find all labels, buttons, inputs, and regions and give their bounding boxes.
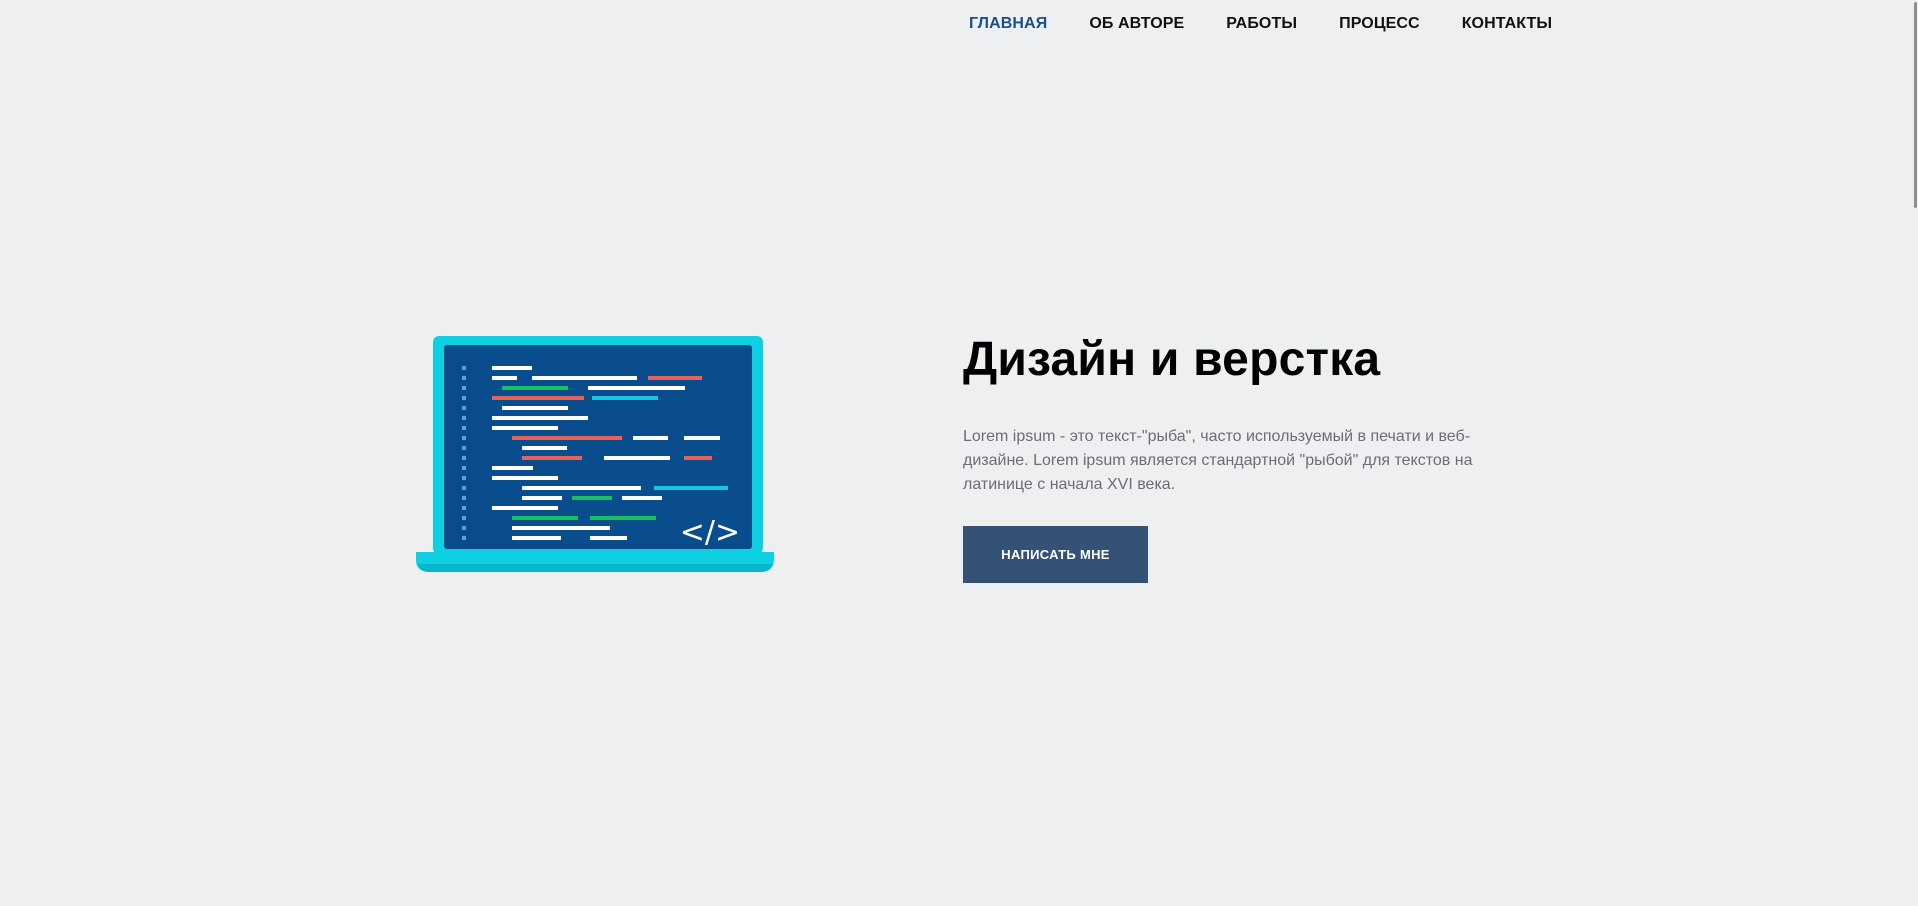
nav-item-about[interactable]: ОБ АВТОРЕ <box>1089 15 1184 33</box>
nav-item-home[interactable]: ГЛАВНАЯ <box>969 15 1047 33</box>
nav-item-process[interactable]: ПРОЦЕСС <box>1339 15 1420 33</box>
nav-item-works[interactable]: РАБОТЫ <box>1226 15 1297 33</box>
hero-section: Дизайн и верстка Lorem ipsum - это текст… <box>963 326 1503 583</box>
code-symbol: </> <box>680 515 740 550</box>
scrollbar[interactable] <box>1912 0 1918 906</box>
contact-me-button[interactable]: НАПИСАТЬ МНЕ <box>963 526 1148 583</box>
scrollbar-thumb[interactable] <box>1914 2 1917 208</box>
laptop-code-icon: </> <box>416 336 774 572</box>
main-nav: ГЛАВНАЯ ОБ АВТОРЕ РАБОТЫ ПРОЦЕСС КОНТАКТ… <box>969 0 1552 48</box>
nav-item-contacts[interactable]: КОНТАКТЫ <box>1462 15 1553 33</box>
hero-title: Дизайн и верстка <box>963 333 1381 386</box>
hero-description: Lorem ipsum - это текст-"рыба", часто ис… <box>963 428 1473 493</box>
